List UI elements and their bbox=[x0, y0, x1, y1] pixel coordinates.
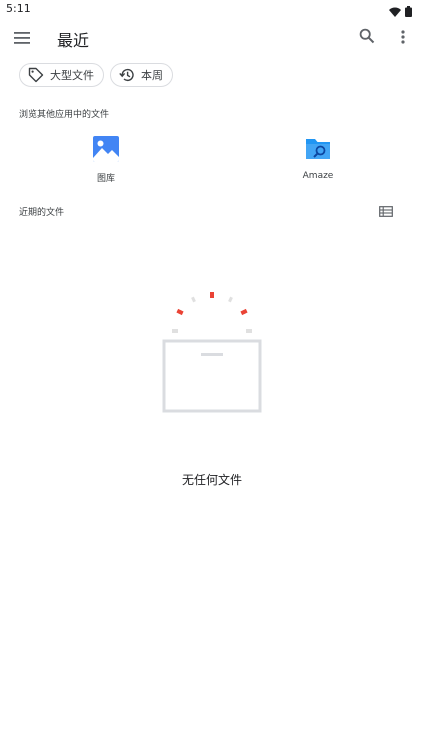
amaze-folder-icon bbox=[304, 135, 332, 163]
search-button[interactable] bbox=[355, 26, 379, 50]
status-bar: 5:11 bbox=[0, 0, 424, 18]
page-title: 最近 bbox=[57, 31, 90, 50]
filter-chips: 大型文件 本周 bbox=[19, 63, 173, 87]
app-tile-amaze-label: Amaze bbox=[302, 171, 334, 181]
gallery-icon bbox=[92, 135, 120, 163]
browse-section-label: 浏览其他应用中的文件 bbox=[19, 110, 110, 120]
chip-this-week[interactable]: 本周 bbox=[110, 63, 173, 87]
recent-section-label: 近期的文件 bbox=[19, 208, 65, 218]
chip-this-week-label: 本周 bbox=[141, 69, 163, 82]
view-toggle-button[interactable] bbox=[376, 202, 396, 220]
empty-state-text: 无任何文件 bbox=[181, 473, 242, 487]
empty-state-illustration bbox=[155, 285, 270, 420]
chip-large-files[interactable]: 大型文件 bbox=[19, 63, 104, 87]
more-options-button[interactable] bbox=[391, 26, 415, 50]
app-tile-gallery-label: 图库 bbox=[96, 174, 115, 184]
menu-button[interactable] bbox=[10, 26, 34, 50]
app-bar: 最近 bbox=[0, 18, 424, 58]
app-tile-amaze[interactable]: Amaze bbox=[278, 135, 358, 181]
search-icon bbox=[359, 28, 375, 48]
list-view-icon bbox=[379, 202, 393, 221]
status-time: 5:11 bbox=[6, 2, 31, 15]
menu-icon bbox=[14, 29, 30, 48]
history-icon bbox=[118, 66, 136, 84]
tag-icon bbox=[27, 66, 45, 84]
chip-large-files-label: 大型文件 bbox=[50, 69, 94, 82]
more-vert-icon bbox=[401, 29, 405, 48]
app-tile-gallery[interactable]: 图库 bbox=[66, 135, 146, 184]
